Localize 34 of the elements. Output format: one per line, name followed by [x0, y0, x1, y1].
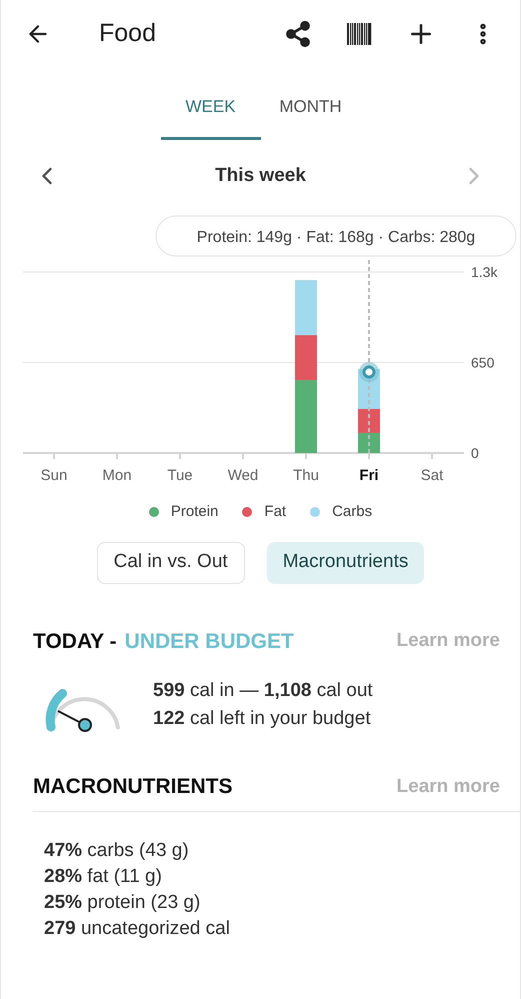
macronutrient-summary-text: 25% protein (23 g) — [44, 890, 202, 914]
macronutrient-summary-text: 28% fat (11 g) — [44, 864, 163, 888]
macronutrient-summary-text: 47% carbs (43 g) — [44, 838, 190, 862]
y-tick-label: 1.3k — [471, 264, 498, 280]
x-axis-label: Sun — [40, 467, 68, 484]
page-title: Food — [99, 18, 156, 50]
barcode-icon[interactable] — [346, 21, 372, 47]
legend-label: Fat — [264, 502, 286, 522]
x-axis-label: Sat — [420, 467, 444, 484]
tab[interactable]: WEEK — [160, 76, 260, 140]
x-axis-label: Wed — [228, 467, 258, 484]
share-icon[interactable] — [284, 20, 312, 48]
section-heading: TODAY - — [33, 628, 117, 654]
legend-label: Protein — [170, 502, 218, 522]
chart-tooltip: Protein: 149g · Fat: 168g · Carbs: 280g — [156, 216, 516, 256]
budget-summary-text: 122 cal left in your budget — [153, 707, 372, 731]
macronutrient-summary-text: 279 uncategorized cal — [44, 916, 231, 940]
section-heading: MACRONUTRIENTS — [33, 774, 232, 800]
budget-status: UNDER BUDGET — [124, 628, 294, 654]
x-axis-label: Tue — [167, 467, 193, 484]
y-tick-label: 0 — [471, 445, 479, 461]
chart-toggle-chip[interactable]: Macronutrients — [266, 542, 424, 584]
tab[interactable]: MONTH — [260, 76, 360, 140]
y-tick-label: 650 — [471, 354, 494, 370]
legend-label: Carbs — [332, 502, 372, 522]
x-axis-label: Mon — [102, 467, 132, 484]
x-axis-label: Thu — [293, 467, 319, 484]
bar-segment — [358, 432, 380, 453]
budget-summary-text: 599 cal in — 1,108 cal out — [153, 679, 373, 703]
period-label: This week — [215, 164, 306, 188]
data-point-marker — [359, 362, 379, 382]
bar-segment — [295, 280, 317, 336]
x-axis-label: Fri — [359, 467, 379, 484]
chart-toggle-chip[interactable]: Cal in vs. Out — [96, 542, 245, 584]
